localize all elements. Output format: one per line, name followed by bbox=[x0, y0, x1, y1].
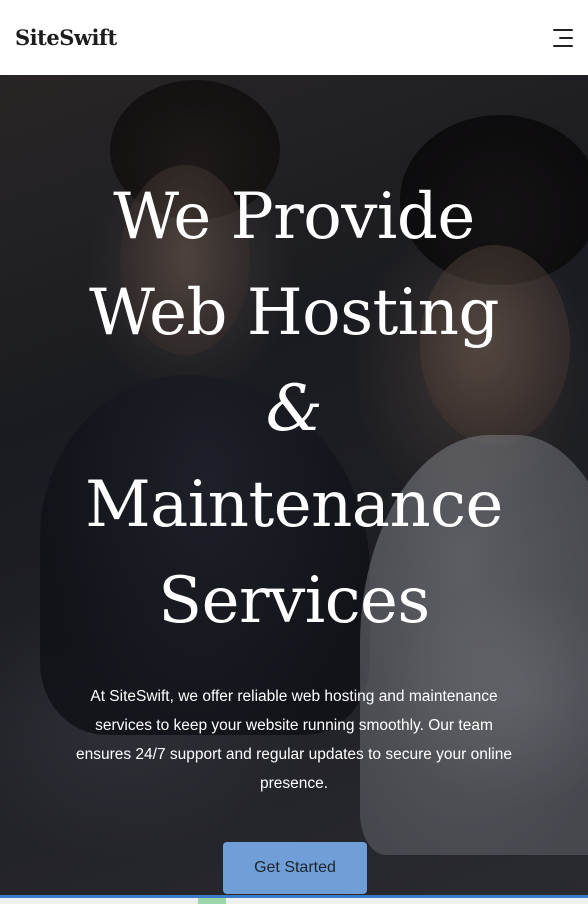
navbar: SiteSwift bbox=[0, 0, 588, 75]
hero-content: We Provide Web Hosting & Maintenance Ser… bbox=[0, 75, 588, 895]
hero-section: We Provide Web Hosting & Maintenance Ser… bbox=[0, 75, 588, 895]
hero-title-line: We Provide bbox=[113, 180, 475, 254]
get-started-button[interactable]: Get Started bbox=[223, 842, 367, 894]
menu-bar-middle bbox=[559, 36, 573, 39]
hamburger-menu-icon[interactable] bbox=[551, 28, 573, 48]
strip-highlight bbox=[198, 898, 226, 904]
hero-description: At SiteSwift, we offer reliable web host… bbox=[75, 688, 512, 792]
hero-title-line: Web Hosting bbox=[89, 276, 499, 350]
hero-title-line: Services bbox=[158, 564, 430, 638]
menu-bar-top bbox=[553, 28, 573, 31]
brand-logo[interactable]: SiteSwift bbox=[15, 25, 117, 50]
hero-title-ampersand: & bbox=[265, 372, 323, 446]
menu-bar-bottom bbox=[553, 44, 573, 47]
bottom-strip bbox=[0, 895, 588, 904]
hero-title-line: Maintenance bbox=[85, 468, 503, 542]
hero-title: We Provide Web Hosting & Maintenance Ser… bbox=[0, 169, 588, 649]
